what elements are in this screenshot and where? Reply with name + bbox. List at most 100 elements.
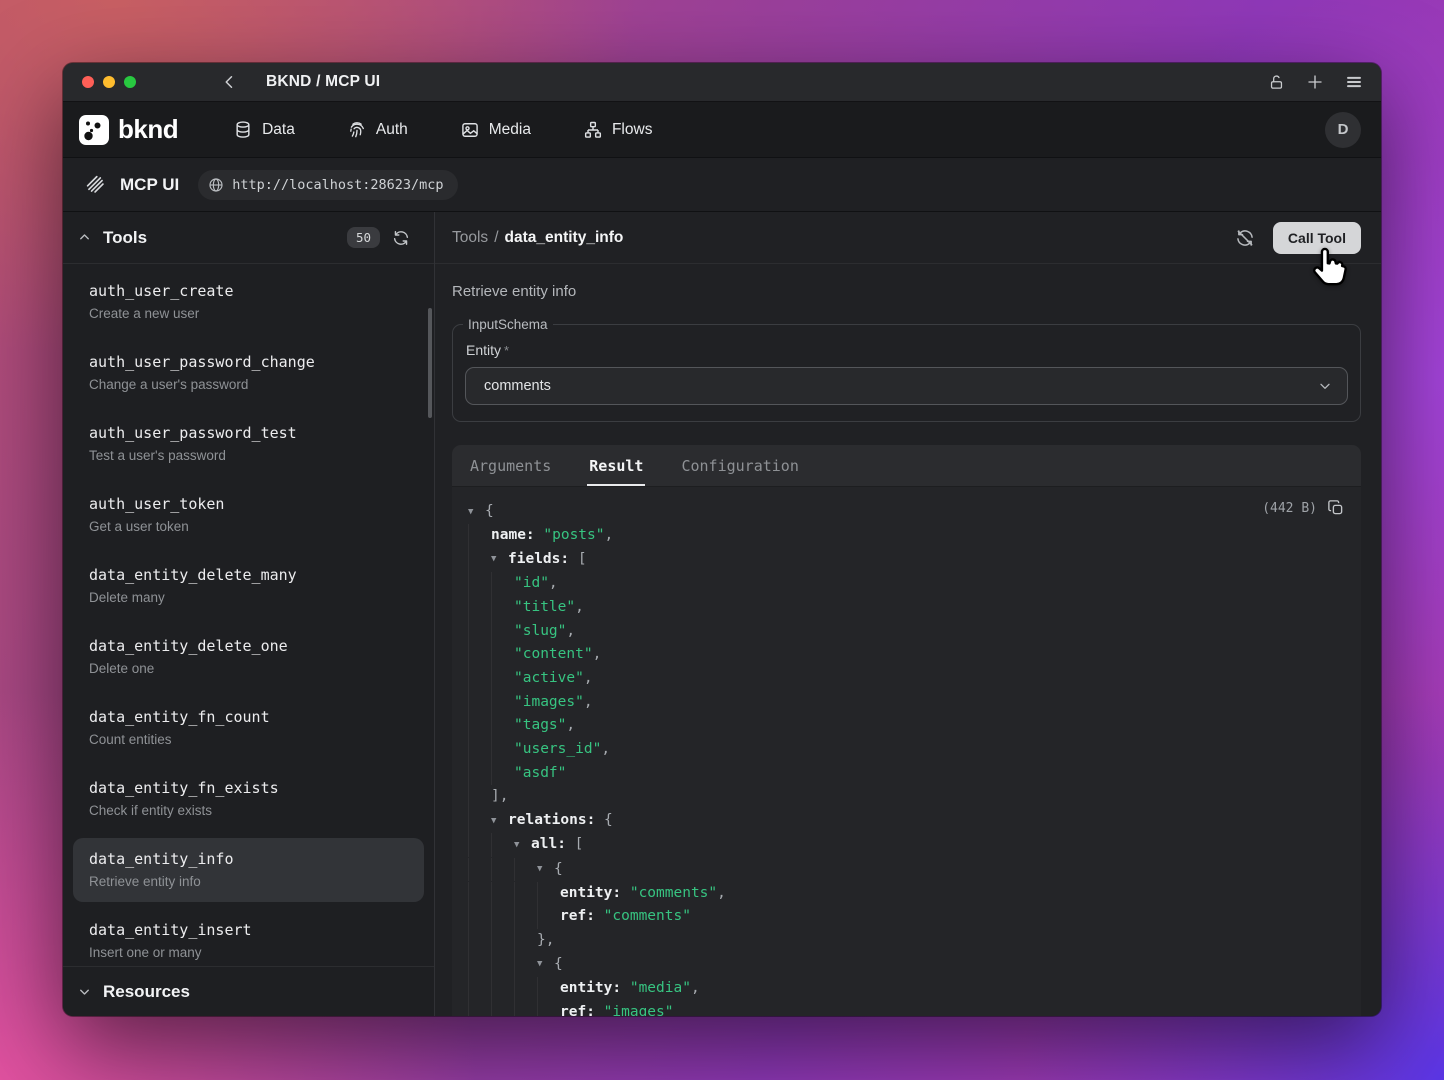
json-line: }, [468,929,1345,953]
tool-list-item[interactable]: auth_user_token Get a user token [73,483,424,547]
expand-arrow-icon[interactable]: ▼ [491,810,508,834]
tool-list-item[interactable]: data_entity_delete_many Delete many [73,554,424,618]
json-line: ▼fields: [ [468,548,1345,572]
breadcrumb-current: data_entity_info [505,229,624,246]
json-line: ▼all: [ [468,833,1345,857]
indent-guide [514,929,537,953]
close-window-button[interactable] [82,76,94,88]
indent-guide [514,858,537,882]
indent-guide [491,1001,514,1016]
json-token-key: ref: [560,908,604,924]
nav-item-flows[interactable]: Flows [583,120,652,140]
server-url-chip[interactable]: http://localhost:28623/mcp [198,170,457,200]
unlock-icon[interactable] [1268,74,1285,91]
tool-name: data_entity_insert [89,920,418,941]
indent-guide [468,596,491,620]
tab-result[interactable]: Result [587,457,645,486]
json-line: ref: "images" [468,1001,1345,1016]
entity-select[interactable]: comments [465,367,1348,405]
indent-guide [468,643,491,667]
tools-count-badge: 50 [347,227,380,248]
tool-list-item[interactable]: auth_user_create Create a new user [73,270,424,334]
result-pane: (442 B) ▼{ name: "posts", ▼fields: [ "id… [452,487,1361,1016]
indent-guide [491,882,514,906]
indent-guide [491,762,514,786]
menu-icon[interactable] [1345,73,1363,91]
nav-item-auth[interactable]: Auth [347,120,408,140]
maximize-window-button[interactable] [124,76,136,88]
auto-refresh-off-icon[interactable] [1235,228,1255,248]
indent-guide [491,929,514,953]
back-button[interactable] [221,73,239,91]
json-line: "slug", [468,620,1345,644]
expand-arrow-icon[interactable]: ▼ [491,548,508,572]
tool-list-item[interactable]: data_entity_insert Insert one or many [73,909,424,966]
refresh-tools-icon[interactable] [392,229,410,247]
result-card: Arguments Result Configuration (442 B) ▼… [452,445,1361,1016]
indent-guide [468,785,491,809]
tool-detail-panel: Tools/data_entity_info Call Tool Retriev… [435,212,1381,1016]
titlebar: BKND / MCP UI [63,63,1381,102]
expand-arrow-icon[interactable]: ▼ [468,501,485,525]
indent-guide [514,1001,537,1016]
tool-list-item[interactable]: data_entity_info Retrieve entity info [73,838,424,902]
json-token-p: , [584,694,593,710]
tool-detail-header: Tools/data_entity_info Call Tool [435,212,1381,264]
json-line: ▼{ [468,858,1345,882]
tool-list-item[interactable]: data_entity_fn_exists Check if entity ex… [73,767,424,831]
sidebar-scrollbar[interactable] [428,308,432,418]
tab-arguments[interactable]: Arguments [468,457,553,486]
mcp-layers-icon [85,174,106,195]
tool-list-item[interactable]: auth_user_password_test Test a user's pa… [73,412,424,476]
json-token-str: "slug" [514,623,566,639]
json-token-p: , [717,885,726,901]
database-icon [233,120,253,140]
tools-section-header[interactable]: Tools 50 [63,212,434,264]
nav-item-label: Data [262,121,295,139]
minimize-window-button[interactable] [103,76,115,88]
indent-guide [468,691,491,715]
tools-list: auth_user_create Create a new user auth_… [63,264,434,966]
json-token-p: , [601,741,610,757]
indent-guide [514,953,537,977]
brand-logo[interactable]: bknd [79,114,178,145]
indent-guide [514,882,537,906]
tabbar: Arguments Result Configuration [452,445,1361,487]
indent-guide [468,929,491,953]
tool-name: data_entity_fn_exists [89,778,418,799]
indent-guide [491,858,514,882]
breadcrumb-section[interactable]: Tools [452,229,488,246]
tool-list-item[interactable]: data_entity_delete_one Delete one [73,625,424,689]
main-nav: Data Auth Media Flows [233,120,652,140]
nav-item-media[interactable]: Media [460,120,531,140]
expand-arrow-icon[interactable]: ▼ [537,858,554,882]
json-token-str: "content" [514,646,593,662]
call-tool-button[interactable]: Call Tool [1273,222,1361,254]
copy-icon[interactable] [1327,499,1345,517]
tab-configuration[interactable]: Configuration [679,457,800,486]
nav-item-data[interactable]: Data [233,120,295,140]
expand-arrow-icon[interactable]: ▼ [514,834,531,858]
json-token-str: "active" [514,670,584,686]
indent-guide [491,643,514,667]
tool-description: Delete many [89,588,418,607]
json-line: "content", [468,643,1345,667]
user-avatar[interactable]: D [1325,112,1361,148]
indent-guide [514,905,537,929]
json-line: "tags", [468,714,1345,738]
tool-list-item[interactable]: auth_user_password_change Change a user'… [73,341,424,405]
json-token-key: name: [491,527,543,543]
json-token-key: fields: [508,551,578,567]
new-tab-icon[interactable] [1306,73,1324,91]
indent-guide [468,667,491,691]
indent-guide [537,977,560,1001]
json-line: "images", [468,691,1345,715]
json-token-str: "comments" [604,908,691,924]
indent-guide [468,524,491,548]
resources-section-header[interactable]: Resources [63,966,434,1016]
indent-guide [468,620,491,644]
expand-arrow-icon[interactable]: ▼ [537,953,554,977]
json-token-str: "asdf" [514,765,566,781]
tool-list-item[interactable]: data_entity_fn_count Count entities [73,696,424,760]
app-window: BKND / MCP UI bknd Data [63,63,1381,1016]
